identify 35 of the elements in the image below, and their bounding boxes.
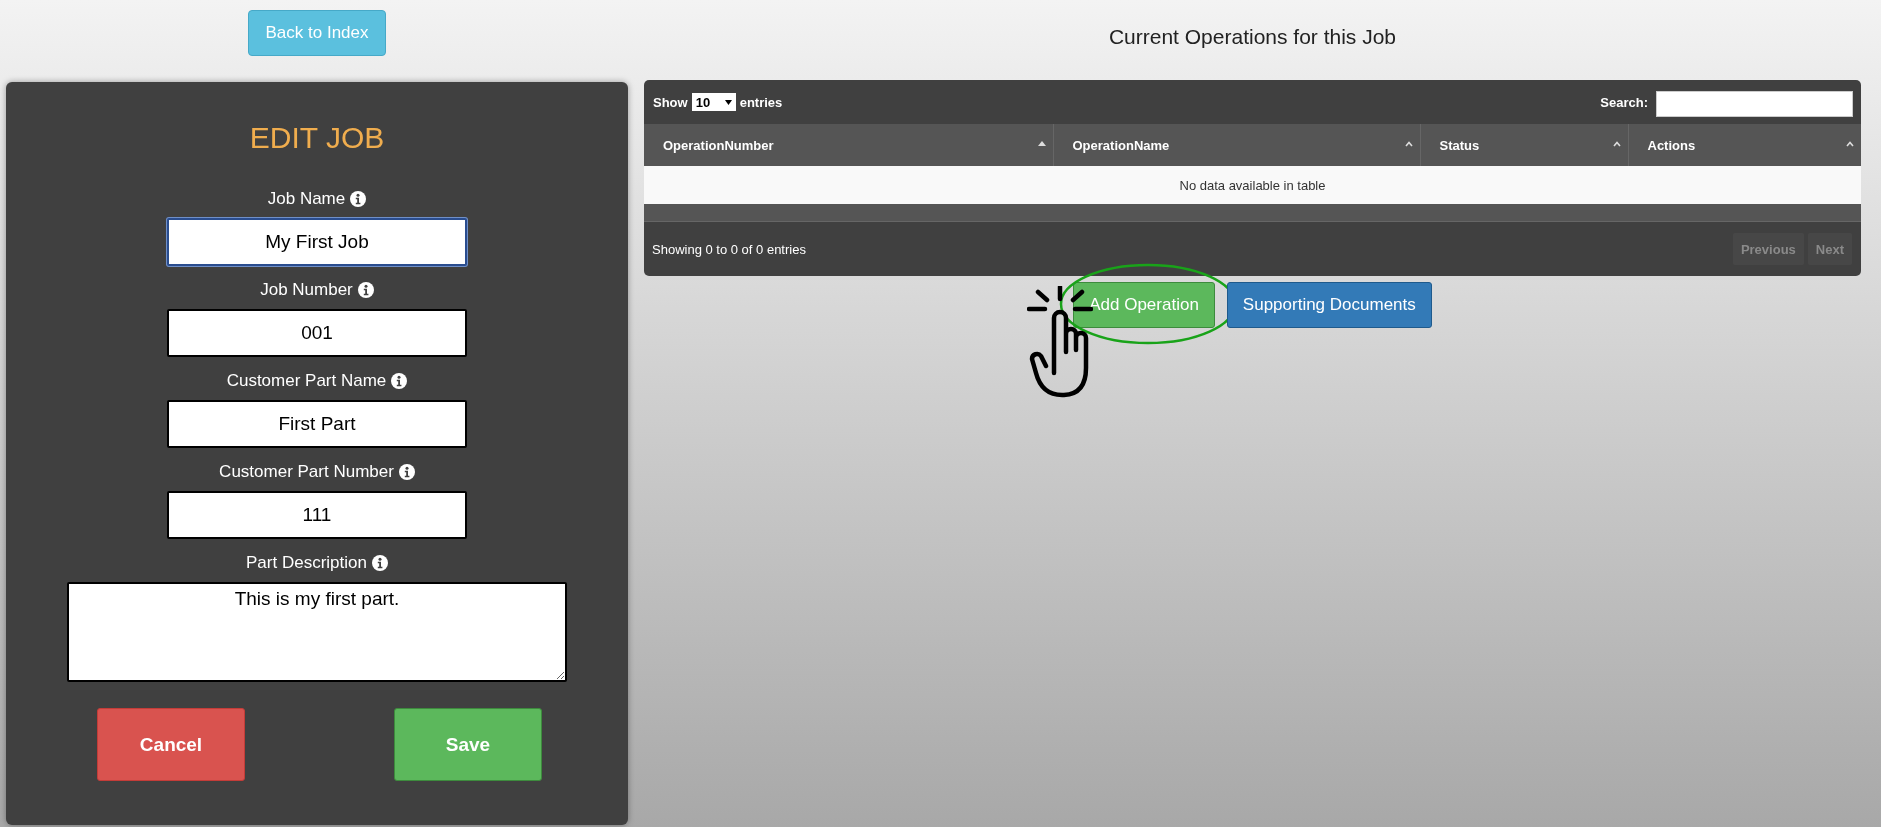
column-header[interactable]: Actions [1628, 124, 1861, 166]
text-input[interactable]: 001 [167, 309, 467, 357]
length-label: entries [739, 94, 783, 110]
info-icon[interactable] [371, 555, 388, 571]
text-input[interactable]: My First Job [167, 218, 467, 266]
table-info: Showing 0 to 0 of 0 entries [652, 241, 806, 257]
sort-caret-icon [1404, 141, 1413, 147]
info-icon[interactable] [350, 191, 367, 207]
empty-table-message: No data available in table [644, 166, 1861, 204]
search-label: Search: [1600, 94, 1648, 110]
text-input[interactable]: 111 [167, 491, 467, 539]
column-header[interactable]: OperationNumber [644, 124, 1053, 166]
sort-caret-icon [1612, 141, 1621, 147]
search-field[interactable] [1656, 91, 1853, 117]
panel-title: EDIT JOB [248, 120, 386, 156]
dropdown-arrow-icon [724, 99, 732, 105]
sort-ascending-icon [1037, 141, 1046, 146]
field-label: Part Description [246, 552, 367, 574]
info-icon[interactable] [391, 373, 408, 389]
cancel-button[interactable]: Cancel [97, 708, 245, 781]
field-label: Job Name [267, 188, 346, 210]
field-label: Job Number [260, 279, 353, 301]
supporting-documents-button[interactable]: Supporting Documents [1226, 282, 1432, 328]
description-textarea[interactable]: This is my first part. [67, 582, 567, 682]
info-icon[interactable] [357, 282, 374, 298]
info-icon[interactable] [398, 464, 415, 480]
sort-caret-icon [1846, 141, 1854, 147]
field-label: Customer Part Number [219, 461, 394, 483]
section-heading: Current Operations for this Job [1107, 24, 1398, 50]
entries-select[interactable]: 10 [691, 93, 736, 111]
column-header[interactable]: Status [1420, 124, 1628, 166]
length-label: Show [653, 94, 688, 110]
column-header[interactable]: OperationName [1053, 124, 1420, 166]
text-input[interactable]: First Part [167, 400, 467, 448]
field-label: Customer Part Name [226, 370, 387, 392]
